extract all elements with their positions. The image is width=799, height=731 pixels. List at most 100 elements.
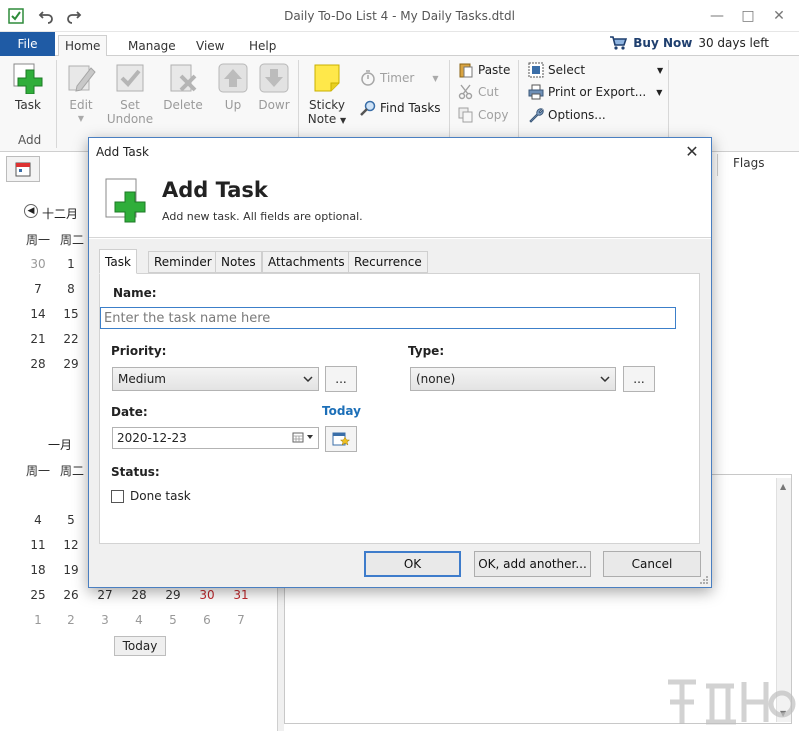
calendar-day[interactable]: 7 — [226, 613, 256, 627]
calendar-star-icon — [332, 432, 350, 446]
weekday-header: 周一 — [26, 233, 51, 247]
calendar-day[interactable]: 28 — [124, 588, 154, 602]
add-group-label: Add — [18, 133, 42, 147]
stopwatch-icon — [361, 70, 375, 86]
type-value: (none) — [416, 372, 456, 386]
calendar-day[interactable]: 25 — [23, 588, 53, 602]
calendar-day[interactable]: 12 — [56, 538, 86, 552]
calendar-day[interactable]: 21 — [23, 332, 53, 346]
add-task-icon — [105, 178, 149, 226]
calendar-day[interactable]: 6 — [192, 613, 222, 627]
select-button[interactable]: Select ▼ — [528, 60, 663, 80]
chevron-down-icon — [600, 376, 610, 383]
priority-select[interactable]: Medium — [112, 367, 319, 391]
task-name-input[interactable] — [100, 307, 676, 329]
resize-grip-icon[interactable] — [699, 575, 709, 585]
move-up-button[interactable]: Up — [216, 62, 250, 112]
priority-value: Medium — [118, 372, 166, 386]
ok-add-another-button[interactable]: OK, add another... — [474, 551, 591, 577]
chevron-down-icon — [307, 435, 313, 439]
tab-task[interactable]: Task — [99, 249, 137, 274]
tab-recurrence[interactable]: Recurrence — [348, 251, 428, 273]
set-undone-button[interactable]: Set Undone — [106, 62, 154, 126]
close-window-button[interactable]: ✕ — [764, 0, 794, 32]
tab-manage[interactable]: Manage — [122, 35, 182, 57]
calendar-day[interactable]: 22 — [56, 332, 86, 346]
calendar-day[interactable]: 1 — [56, 257, 86, 271]
chevron-down-icon — [303, 376, 313, 383]
tab-home[interactable]: Home — [58, 35, 108, 57]
calendar-day[interactable]: 4 — [124, 613, 154, 627]
today-link[interactable]: Today — [322, 404, 361, 418]
options-button[interactable]: Options... — [528, 105, 606, 125]
calendar-day[interactable]: 11 — [23, 538, 53, 552]
cart-icon — [610, 36, 628, 50]
add-task-button[interactable]: Task — [6, 62, 50, 112]
flags-column-header[interactable]: Flags — [733, 156, 764, 170]
weekday-header: 周一 — [26, 464, 51, 478]
calendar-day[interactable]: 4 — [23, 513, 53, 527]
priority-label: Priority: — [111, 344, 167, 358]
previous-month-button[interactable]: ◀ — [24, 204, 38, 218]
tab-help[interactable]: Help — [243, 35, 282, 57]
print-export-button[interactable]: Print or Export... ▼ — [528, 82, 662, 102]
sticky-note-button[interactable]: Sticky Note ▼ — [304, 62, 350, 128]
calendar-icon — [15, 162, 31, 177]
calendar-day[interactable]: 2 — [56, 613, 86, 627]
timer-button[interactable]: Timer ▼ — [360, 68, 438, 88]
wrench-icon — [529, 108, 544, 123]
delete-button[interactable]: Delete — [162, 62, 204, 112]
file-tab[interactable]: File — [0, 32, 55, 56]
tab-notes[interactable]: Notes — [215, 251, 262, 273]
find-tasks-button[interactable]: Find Tasks — [360, 98, 441, 118]
calendar-day[interactable]: 15 — [56, 307, 86, 321]
calendar-day-weekend[interactable]: 31 — [226, 588, 256, 602]
dialog-header: Add Task Add new task. All fields are op… — [89, 166, 711, 238]
buy-now-link[interactable]: Buy Now — [633, 36, 692, 50]
ok-button[interactable]: OK — [364, 551, 461, 577]
ribbon-separator — [56, 60, 57, 148]
date-options-button[interactable] — [325, 426, 357, 452]
calendar-day[interactable]: 14 — [23, 307, 53, 321]
calendar-day[interactable]: 27 — [90, 588, 120, 602]
priority-more-button[interactable]: ... — [325, 366, 357, 392]
calendar-day[interactable]: 26 — [56, 588, 86, 602]
type-select[interactable]: (none) — [410, 367, 616, 391]
calendar-day[interactable]: 29 — [56, 357, 86, 371]
minimize-button[interactable]: — — [702, 0, 732, 32]
calendar-day[interactable]: 19 — [56, 563, 86, 577]
buy-now-area[interactable]: Buy Now 30 days left — [609, 35, 769, 51]
calendar-day[interactable]: 28 — [23, 357, 53, 371]
cancel-button[interactable]: Cancel — [603, 551, 701, 577]
dialog-title: Add Task — [96, 145, 149, 159]
paste-button[interactable]: Paste — [458, 60, 510, 80]
date-picker[interactable]: 2020-12-23 — [112, 427, 319, 449]
cut-button[interactable]: Cut — [458, 82, 499, 102]
calendar-day[interactable]: 7 — [23, 282, 53, 296]
edit-button[interactable]: Edit ▼ — [62, 62, 100, 126]
tab-view[interactable]: View — [190, 35, 230, 57]
done-task-checkbox[interactable] — [111, 490, 124, 503]
dialog-subheading: Add new task. All fields are optional. — [162, 210, 363, 223]
calendar-day[interactable]: 3 — [90, 613, 120, 627]
calendar-day-weekend[interactable]: 30 — [192, 588, 222, 602]
calendar-day[interactable]: 18 — [23, 563, 53, 577]
calendar-day[interactable]: 1 — [23, 613, 53, 627]
copy-button[interactable]: Copy — [458, 105, 508, 125]
calendar-day[interactable]: 5 — [56, 513, 86, 527]
calendar-day[interactable]: 8 — [56, 282, 86, 296]
tab-attachments[interactable]: Attachments — [262, 251, 351, 273]
maximize-button[interactable]: □ — [733, 0, 763, 32]
calendar-day[interactable]: 29 — [158, 588, 188, 602]
calendar-tab[interactable] — [6, 156, 40, 182]
calendar-day[interactable]: 5 — [158, 613, 188, 627]
add-task-icon — [12, 62, 44, 95]
column-divider — [717, 154, 718, 176]
calendar-day[interactable]: 30 — [23, 257, 53, 271]
calendar-today-button[interactable]: Today — [114, 636, 166, 656]
type-more-button[interactable]: ... — [623, 366, 655, 392]
ribbon-separator — [298, 60, 299, 148]
tab-reminder[interactable]: Reminder — [148, 251, 218, 273]
dialog-close-button[interactable]: ✕ — [681, 140, 703, 162]
move-down-button[interactable]: Dowr — [256, 62, 292, 112]
